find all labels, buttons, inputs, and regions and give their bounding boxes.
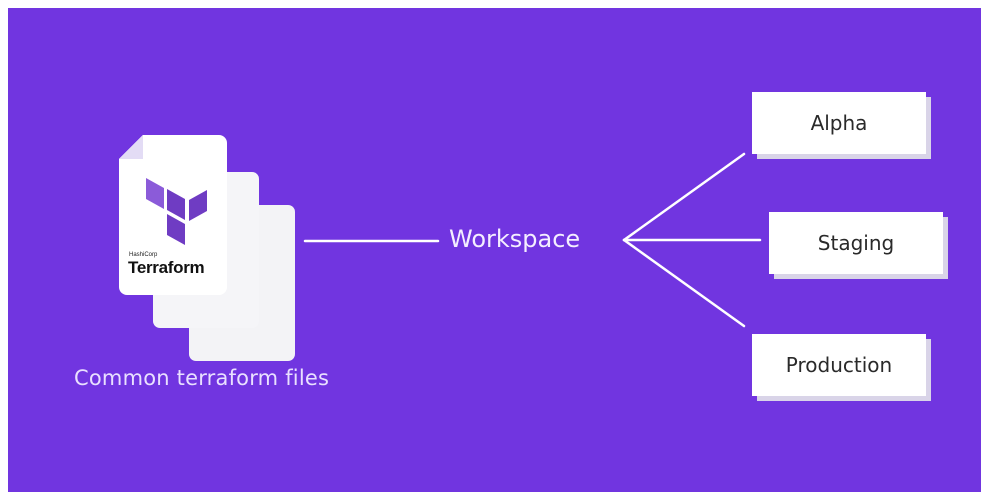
environment-staging: Staging [769,212,943,274]
environment-label: Alpha [810,111,868,135]
environment-production: Production [752,334,926,396]
workspace-label: Workspace [449,225,581,253]
diagram-canvas: HashiCorp Terraform Common terraform fil… [8,8,981,492]
workspace-to-alpha-line [622,152,746,242]
environment-alpha: Alpha [752,92,926,154]
workspace-to-production-line [622,238,746,328]
environment-label: Staging [817,231,895,255]
environment-label: Production [785,353,893,377]
